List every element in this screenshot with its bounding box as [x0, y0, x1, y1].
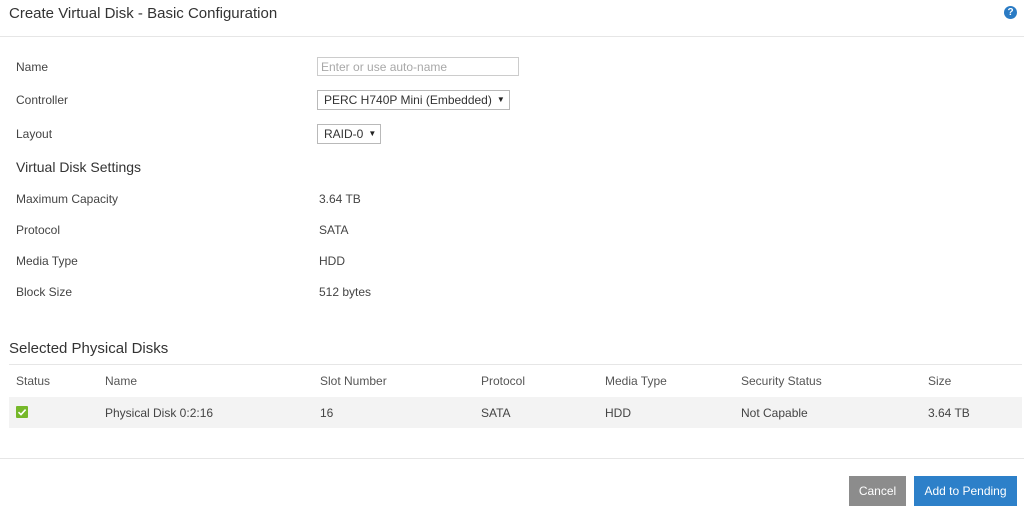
- slot-number-cell: 16: [320, 406, 334, 420]
- physical-disks-heading: Selected Physical Disks: [9, 340, 169, 357]
- block-size-label: Block Size: [16, 285, 73, 299]
- security-status-cell: Not Capable: [741, 406, 808, 420]
- column-header-size: Size: [928, 374, 952, 388]
- column-header-security-status: Security Status: [741, 374, 822, 388]
- column-header-protocol: Protocol: [481, 374, 526, 388]
- controller-label: Controller: [16, 93, 69, 107]
- footer-divider: [0, 458, 1024, 459]
- chevron-down-icon: ▼: [368, 129, 377, 138]
- controller-select-value: PERC H740P Mini (Embedded): [324, 93, 492, 107]
- maximum-capacity-value: 3.64 TB: [319, 192, 361, 206]
- help-icon[interactable]: ?: [1004, 6, 1017, 19]
- layout-select-value: RAID-0: [324, 127, 364, 141]
- chevron-down-icon: ▼: [496, 95, 505, 104]
- layout-select[interactable]: RAID-0 ▼: [317, 124, 382, 144]
- maximum-capacity-label: Maximum Capacity: [16, 192, 119, 206]
- add-to-pending-button[interactable]: Add to Pending: [914, 476, 1017, 506]
- name-input[interactable]: [317, 57, 519, 76]
- column-header-status: Status: [16, 374, 51, 388]
- table-divider: [9, 364, 1022, 365]
- media-type-cell: HDD: [605, 406, 631, 420]
- media-type-label: Media Type: [16, 254, 78, 268]
- protocol-value: SATA: [319, 223, 349, 237]
- column-header-name: Name: [105, 374, 138, 388]
- settings-heading: Virtual Disk Settings: [16, 159, 142, 175]
- size-cell: 3.64 TB: [928, 406, 970, 420]
- header-divider: [0, 36, 1024, 37]
- disk-name-cell: Physical Disk 0:2:16: [105, 406, 214, 420]
- media-type-value: HDD: [319, 254, 345, 268]
- layout-label: Layout: [16, 127, 53, 141]
- dialog-title: Create Virtual Disk - Basic Configuratio…: [9, 5, 278, 22]
- name-label: Name: [16, 60, 49, 74]
- block-size-value: 512 bytes: [319, 285, 372, 299]
- check-icon: [16, 406, 28, 418]
- column-header-slot-number: Slot Number: [320, 374, 387, 388]
- protocol-label: Protocol: [16, 223, 61, 237]
- protocol-cell: SATA: [481, 406, 511, 420]
- column-header-media-type: Media Type: [605, 374, 667, 388]
- controller-select[interactable]: PERC H740P Mini (Embedded) ▼: [317, 90, 510, 110]
- cancel-button[interactable]: Cancel: [849, 476, 906, 506]
